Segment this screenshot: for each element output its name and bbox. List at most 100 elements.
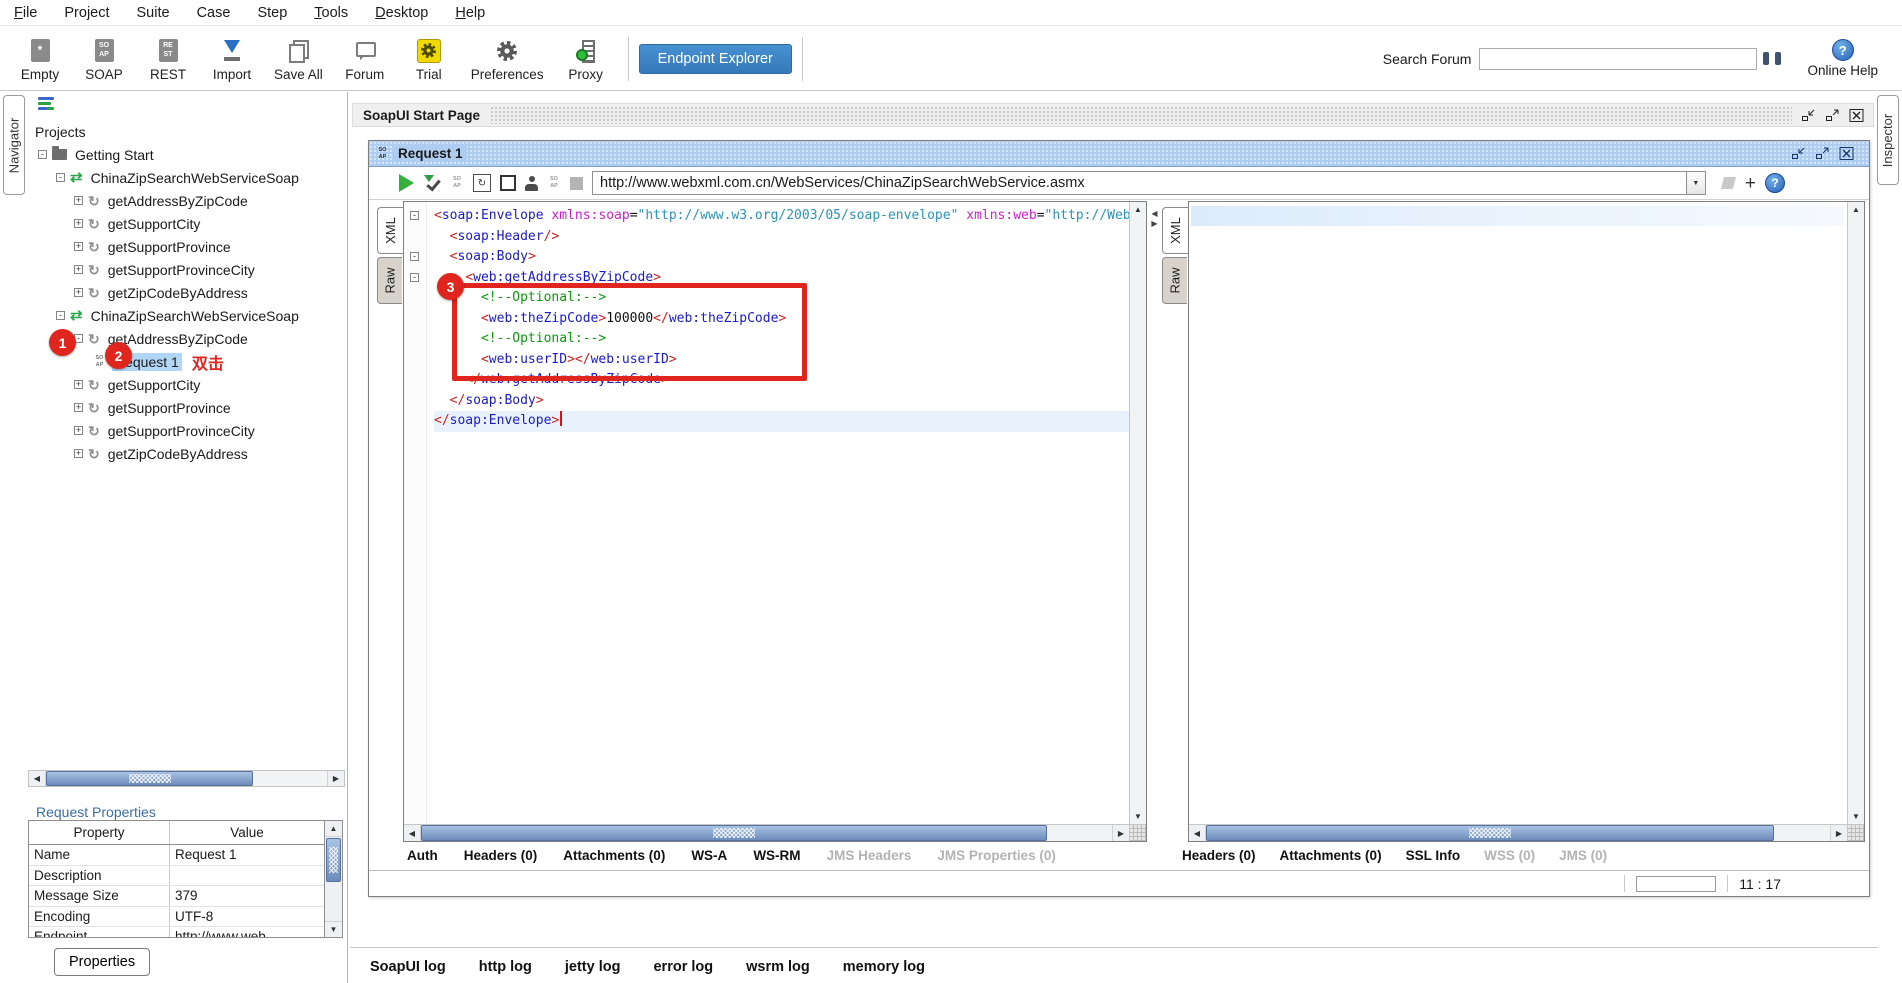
response-editor-tab-raw[interactable]: Raw xyxy=(1162,257,1187,304)
property-value-cell[interactable]: 379 xyxy=(169,886,324,906)
tree-expander-expand[interactable]: + xyxy=(74,242,83,251)
clone-request-icon[interactable] xyxy=(547,176,561,190)
inspector-side-tab[interactable]: Inspector xyxy=(1877,95,1899,185)
scroll-left-arrow-icon[interactable]: ◀ xyxy=(404,825,421,841)
pane-splitter[interactable]: ◀ ▶ xyxy=(1147,201,1162,842)
online-help-button[interactable]: ? Online Help xyxy=(1807,39,1878,78)
response-xml-editor[interactable]: ▲ ▼ ◀ ▶ xyxy=(1188,201,1865,842)
tree-expander-collapse[interactable]: - xyxy=(56,311,65,320)
scroll-down-arrow-icon[interactable]: ▼ xyxy=(1852,809,1860,824)
tab-soapui-start-page[interactable]: SoapUI Start Page xyxy=(353,108,490,123)
scrollbar-thumb[interactable] xyxy=(46,771,253,786)
editor-resize-corner-icon[interactable] xyxy=(1847,824,1864,841)
tree-root-projects[interactable]: Projects xyxy=(26,120,347,143)
toolbar-button-forum[interactable]: Forum xyxy=(333,34,397,84)
property-value-cell[interactable]: http://www.web... xyxy=(169,927,324,937)
response-tab-attachments-0[interactable]: Attachments (0) xyxy=(1280,848,1382,863)
property-row-name[interactable]: Name Request 1 xyxy=(29,845,324,866)
editor-vertical-scrollbar[interactable]: ▲ ▼ xyxy=(1129,202,1146,824)
submit-to-endpoint-icon[interactable] xyxy=(423,174,441,192)
scroll-up-arrow-icon[interactable]: ▲ xyxy=(325,821,342,837)
scroll-right-arrow-icon[interactable]: ▶ xyxy=(327,771,344,786)
soap-action-icon[interactable] xyxy=(450,176,464,190)
toolbar-button-proxy[interactable]: Proxy xyxy=(554,34,618,84)
response-editor-tab-xml[interactable]: XML xyxy=(1162,207,1188,254)
scroll-right-arrow-icon[interactable]: ▶ xyxy=(1830,825,1847,841)
editor-horizontal-scrollbar[interactable]: ◀ ▶ xyxy=(1189,824,1847,841)
search-forum-input[interactable] xyxy=(1479,47,1758,70)
scroll-up-arrow-icon[interactable]: ▲ xyxy=(1134,202,1142,217)
add-endpoint-icon[interactable]: + xyxy=(1745,174,1756,193)
request-help-icon[interactable]: ? xyxy=(1765,173,1785,193)
tree-item-getsupportprovince[interactable]: + getSupportProvince xyxy=(26,235,347,258)
fold-collapse-icon[interactable]: - xyxy=(410,272,419,282)
tree-item-getsupportcity[interactable]: + getSupportCity xyxy=(26,373,347,396)
tree-expander-expand[interactable]: + xyxy=(74,288,83,297)
tree-item-getsupportcity[interactable]: + getSupportCity xyxy=(26,212,347,235)
scroll-right-arrow-icon[interactable]: ▶ xyxy=(1112,825,1129,841)
tree-item-getzipcodebyaddress[interactable]: + getZipCodeByAddress xyxy=(26,281,347,304)
properties-button[interactable]: Properties xyxy=(54,948,151,976)
close-window-icon[interactable] xyxy=(1848,108,1865,122)
tree-item-getzipcodebyaddress[interactable]: + getZipCodeByAddress xyxy=(26,442,347,465)
tree-expander-collapse[interactable]: - xyxy=(38,150,47,159)
binoculars-search-icon[interactable] xyxy=(1763,52,1782,65)
menu-item-help[interactable]: Help xyxy=(455,5,485,21)
menu-item-project[interactable]: Project xyxy=(64,5,109,21)
tree-item-getsupportprovincecity[interactable]: + getSupportProvinceCity xyxy=(26,419,347,442)
menu-item-desktop[interactable]: Desktop xyxy=(375,5,428,21)
property-row-message-size[interactable]: Message Size 379 xyxy=(29,886,324,907)
menu-item-step[interactable]: Step xyxy=(257,5,287,21)
property-value-cell[interactable] xyxy=(169,865,324,885)
tree-expander-expand[interactable]: + xyxy=(74,219,83,228)
response-tab-headers-0[interactable]: Headers (0) xyxy=(1182,848,1256,863)
log-tab-http-log[interactable]: http log xyxy=(479,959,532,975)
toolbar-button-rest[interactable]: RE ST xyxy=(136,34,200,84)
log-tab-jetty-log[interactable]: jetty log xyxy=(565,959,621,975)
toolbar-button-preferences[interactable]: Preferences xyxy=(461,34,554,84)
toolbar-button-save-all[interactable]: Save All xyxy=(264,34,333,84)
menu-item-tools[interactable]: Tools xyxy=(314,5,348,21)
editor-vertical-scrollbar[interactable]: ▲ ▼ xyxy=(1847,202,1864,824)
scroll-up-arrow-icon[interactable]: ▲ xyxy=(1852,202,1860,217)
scroll-down-arrow-icon[interactable]: ▼ xyxy=(325,921,342,937)
tree-expander-collapse[interactable]: - xyxy=(56,173,65,182)
property-row-encoding[interactable]: Encoding UTF-8 xyxy=(29,906,324,927)
navigator-options-icon[interactable] xyxy=(38,97,54,110)
tree-item-getaddressbyzipcode[interactable]: + getAddressByZipCode xyxy=(26,189,347,212)
tree-expander-expand[interactable]: + xyxy=(74,403,83,412)
fold-collapse-icon[interactable]: - xyxy=(410,252,419,261)
log-tab-memory-log[interactable]: memory log xyxy=(843,959,925,975)
menu-item-case[interactable]: Case xyxy=(197,5,231,21)
tree-expander-expand[interactable]: + xyxy=(74,449,83,458)
tree-item-chinazipsearchwebservicesoap[interactable]: - ChinaZipSearchWebServiceSoap xyxy=(26,304,347,327)
close-window-icon[interactable] xyxy=(1838,147,1855,161)
tree-expander-expand[interactable]: + xyxy=(74,265,83,274)
log-tab-soapui-log[interactable]: SoapUI log xyxy=(370,959,446,975)
editor-horizontal-scrollbar[interactable]: ◀ ▶ xyxy=(404,824,1129,841)
editor-resize-corner-icon[interactable] xyxy=(1129,824,1146,841)
property-row-endpoint[interactable]: Endpoint http://www.web... xyxy=(29,927,324,937)
navigator-side-tab[interactable]: Navigator xyxy=(3,95,25,195)
toolbar-button-trial[interactable]: Trial xyxy=(397,34,461,84)
tree-expander-expand[interactable]: + xyxy=(74,380,83,389)
tree-horizontal-scrollbar[interactable]: ◀ ▶ xyxy=(28,770,345,787)
request-tab-ws-rm[interactable]: WS-RM xyxy=(753,848,800,863)
toolbar-button-empty[interactable]: Empty xyxy=(8,34,72,84)
menu-item-file[interactable]: File xyxy=(14,5,37,21)
menu-item-suite[interactable]: Suite xyxy=(137,5,170,21)
tree-item-getsupportprovince[interactable]: + getSupportProvince xyxy=(26,396,347,419)
fold-collapse-icon[interactable]: - xyxy=(410,211,419,220)
restore-window-icon[interactable] xyxy=(1800,108,1817,122)
request-tab-ws-a[interactable]: WS-A xyxy=(691,848,727,863)
property-row-description[interactable]: Description xyxy=(29,865,324,886)
endpoint-explorer-button[interactable]: Endpoint Explorer xyxy=(638,43,792,74)
tree-item-getsupportprovincecity[interactable]: + getSupportProvinceCity xyxy=(26,258,347,281)
toolbar-button-soap[interactable]: SO AP xyxy=(72,34,136,84)
log-tab-error-log[interactable]: error log xyxy=(653,959,713,975)
create-empty-request-icon[interactable] xyxy=(525,175,538,191)
submit-request-play-icon[interactable] xyxy=(399,174,414,192)
request-tab-auth[interactable]: Auth xyxy=(407,848,438,863)
scroll-left-arrow-icon[interactable]: ◀ xyxy=(29,771,46,786)
property-value-cell[interactable]: UTF-8 xyxy=(169,906,324,926)
